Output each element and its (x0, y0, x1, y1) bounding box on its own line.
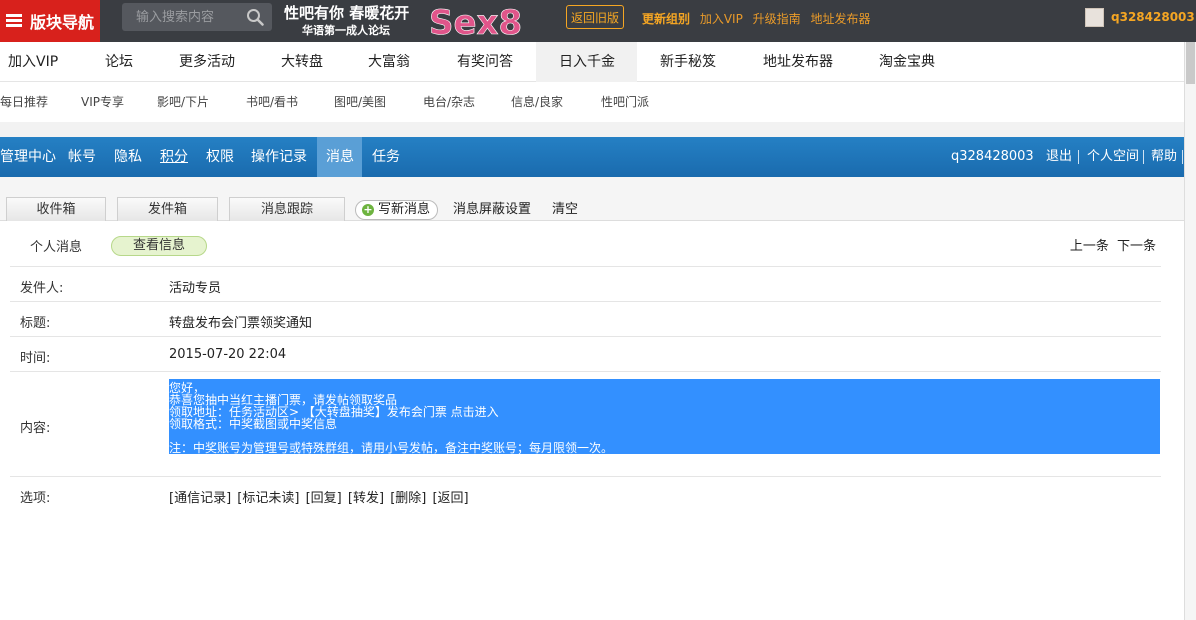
slogan-main: 性吧有你 春暖花开 (284, 4, 410, 22)
separator (1143, 150, 1144, 164)
message-tabs: 收件箱 发件箱 消息跟踪 + 写新消息 消息屏蔽设置 清空 (0, 177, 1184, 221)
sender-row: 发件人: 活动专员 (10, 266, 1161, 301)
options-row: 选项: [通信记录] [标记未读] [回复] [转发] [删除] [返回] (10, 476, 1161, 512)
top-username-link[interactable]: q328428003 (1111, 10, 1195, 24)
next-message-link[interactable]: 下一条 (1117, 239, 1156, 254)
time-row: 时间: 2015-07-20 22:04 (10, 336, 1161, 371)
search-icon[interactable] (246, 8, 264, 26)
option-forward[interactable]: [转发] (348, 491, 384, 506)
scrollbar-thumb[interactable] (1186, 42, 1195, 84)
prev-message-link[interactable]: 上一条 (1070, 239, 1109, 254)
subnav-clans[interactable]: 性吧门派 (601, 82, 649, 122)
subnav-books[interactable]: 书吧/看书 (246, 82, 298, 122)
join-vip-link[interactable]: 加入VIP (700, 12, 743, 26)
option-back[interactable]: [返回] (432, 491, 468, 506)
top-bar: 版块导航 性吧有你 春暖花开 华语第一成人论坛 Sex8 返回旧版 更新组别 加… (0, 0, 1196, 42)
option-delete[interactable]: [删除] (390, 491, 426, 506)
avatar[interactable] (1085, 8, 1104, 27)
help-link[interactable]: 帮助 (1151, 137, 1177, 177)
tab-inbox[interactable]: 收件箱 (6, 197, 106, 221)
subnav-radio[interactable]: 电台/杂志 (423, 82, 475, 122)
usernav-permissions[interactable]: 权限 (206, 137, 234, 177)
options-label: 选项: (20, 491, 51, 506)
nav-join-vip[interactable]: 加入VIP (8, 42, 58, 82)
option-reply[interactable]: [回复] (306, 491, 342, 506)
main-nav: 加入VIP 论坛 更多活动 大转盘 大富翁 有奖问答 日入千金 新手秘笈 地址发… (0, 42, 1184, 82)
logo-text: Sex8 (429, 3, 522, 42)
nav-quiz[interactable]: 有奖问答 (457, 42, 513, 82)
usernav-admin-center[interactable]: 管理中心 (0, 137, 56, 177)
tab-outbox[interactable]: 发件箱 (117, 197, 218, 221)
nav-forum[interactable]: 论坛 (105, 42, 133, 82)
usernav-points[interactable]: 积分 (160, 137, 188, 177)
subtab-personal-messages[interactable]: 个人消息 (30, 236, 82, 255)
title-row: 标题: 转盘发布会门票领奖通知 (10, 301, 1161, 336)
options-list: [通信记录] [标记未读] [回复] [转发] [删除] [返回] (169, 487, 471, 506)
search-box (122, 3, 272, 31)
brand-label: 版块导航 (30, 13, 95, 32)
brand-nav-button[interactable]: 版块导航 (0, 0, 100, 42)
message-content: 您好， 恭喜您抽中当红主播门票，请发帖领取奖品 领取地址：任务活动区> 【大转盘… (169, 379, 1160, 454)
time-label: 时间: (20, 351, 51, 366)
search-input[interactable] (122, 3, 242, 31)
usernav-account[interactable]: 帐号 (68, 137, 96, 177)
message-subtabs: 个人消息 查看信息 上一条 下一条 (0, 221, 1184, 266)
pager: 上一条 下一条 (1066, 235, 1156, 254)
time-value: 2015-07-20 22:04 (169, 347, 287, 362)
address-publisher-link[interactable]: 地址发布器 (811, 12, 871, 26)
content-line: 注：中奖账号为管理号或特殊群组，请用小号发帖，备注中奖账号；每月限领一次。 (169, 441, 614, 455)
menu-icon (6, 14, 22, 28)
block-settings-link[interactable]: 消息屏蔽设置 (453, 200, 531, 220)
content-label: 内容: (20, 421, 51, 436)
usernav-tasks[interactable]: 任务 (372, 137, 400, 177)
subnav-daily-recommend[interactable]: 每日推荐 (0, 82, 48, 122)
compose-message-button[interactable]: + 写新消息 (355, 200, 438, 220)
page: 版块导航 性吧有你 春暖花开 华语第一成人论坛 Sex8 返回旧版 更新组别 加… (0, 0, 1196, 620)
clear-link[interactable]: 清空 (552, 200, 578, 220)
subnav-video[interactable]: 影吧/下片 (157, 82, 209, 122)
option-mark-unread[interactable]: [标记未读] (237, 491, 299, 506)
usernav-operation-log[interactable]: 操作记录 (251, 137, 307, 177)
update-group-link[interactable]: 更新组别 (642, 12, 690, 26)
nav-gold-guide[interactable]: 淘金宝典 (879, 42, 935, 82)
nav-big-wheel[interactable]: 大转盘 (281, 42, 323, 82)
site-logo[interactable]: Sex8 (427, 0, 525, 42)
scrollbar[interactable] (1184, 42, 1196, 620)
usernav-username[interactable]: q328428003 (951, 137, 1034, 177)
nav-monopoly[interactable]: 大富翁 (368, 42, 410, 82)
usernav-messages[interactable]: 消息 (317, 137, 362, 177)
divider (0, 122, 1184, 137)
title-label: 标题: (20, 316, 51, 331)
nav-newbie-tips[interactable]: 新手秘笈 (660, 42, 716, 82)
sender-value: 活动专员 (169, 281, 222, 296)
separator (1078, 150, 1079, 164)
subtab-view-message[interactable]: 查看信息 (111, 236, 207, 256)
slogan-sub: 华语第一成人论坛 (302, 24, 390, 37)
option-chat-history[interactable]: [通信记录] (169, 491, 231, 506)
compose-label: 写新消息 (378, 202, 431, 217)
subnav-pictures[interactable]: 图吧/美图 (334, 82, 386, 122)
content-line: 领取格式：中奖截图或中奖信息 (169, 417, 338, 431)
nav-daily-gold[interactable]: 日入千金 (536, 42, 637, 82)
usernav-privacy[interactable]: 隐私 (114, 137, 142, 177)
upgrade-guide-link[interactable]: 升级指南 (753, 12, 801, 26)
personal-space-link[interactable]: 个人空间 (1087, 137, 1139, 177)
user-center-nav: 管理中心 帐号 隐私 积分 权限 操作记录 消息 任务 q328428003 退… (0, 137, 1184, 177)
subnav-info[interactable]: 信息/良家 (511, 82, 563, 122)
sender-label: 发件人: (20, 281, 64, 296)
nav-address-publisher[interactable]: 地址发布器 (763, 42, 833, 82)
plus-icon: + (362, 203, 374, 216)
separator (1182, 150, 1183, 164)
nav-more-activities[interactable]: 更多活动 (179, 42, 235, 82)
subnav-vip-exclusive[interactable]: VIP专享 (81, 82, 124, 122)
tab-message-tracking[interactable]: 消息跟踪 (229, 197, 345, 221)
logout-link[interactable]: 退出 (1046, 137, 1072, 177)
return-old-version-button[interactable]: 返回旧版 (566, 5, 624, 29)
top-links: 更新组别 加入VIP 升级指南 地址发布器 (642, 10, 877, 27)
content-row: 内容: 您好， 恭喜您抽中当红主播门票，请发帖领取奖品 领取地址：任务活动区> … (10, 371, 1161, 476)
title-value: 转盘发布会门票领奖通知 (169, 316, 313, 331)
sub-nav: 每日推荐 VIP专享 影吧/下片 书吧/看书 图吧/美图 电台/杂志 信息/良家… (0, 82, 1184, 122)
